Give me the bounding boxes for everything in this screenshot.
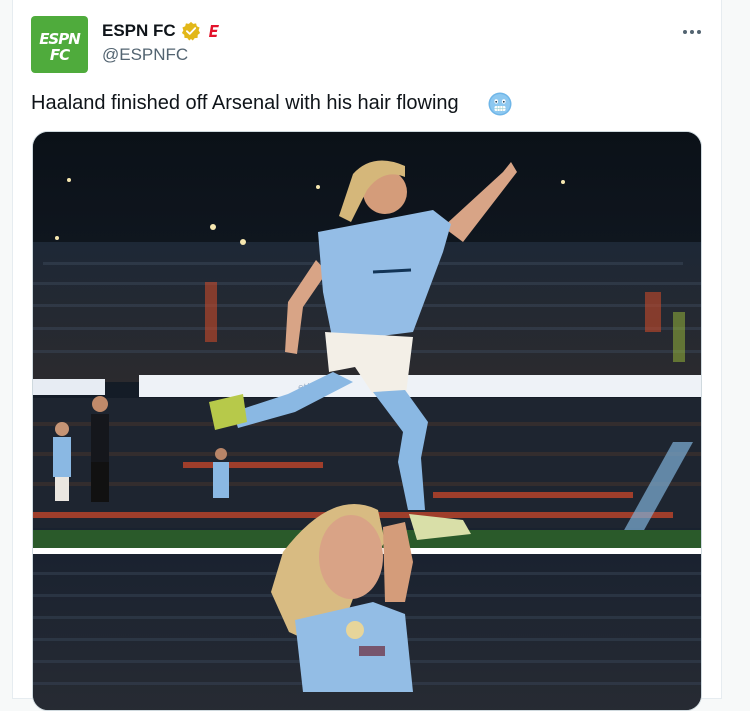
handle[interactable]: @ESPNFC	[102, 45, 188, 65]
player-celebration-photo: etihad	[33, 132, 701, 551]
cold-face-emoji	[488, 92, 512, 116]
dot-icon	[690, 30, 694, 34]
dot-icon	[683, 30, 687, 34]
avatar-logo-line2: FC	[49, 46, 70, 64]
gold-verified-icon[interactable]	[181, 21, 201, 41]
tweet-media[interactable]: etihad	[32, 131, 702, 711]
tweet-text: Haaland finished off Arsenal with his ha…	[31, 92, 459, 114]
more-options-button[interactable]	[680, 24, 704, 40]
media-photos: etihad	[33, 132, 701, 710]
display-name[interactable]: ESPN FC	[102, 21, 176, 41]
espn-e-icon[interactable]	[209, 25, 219, 37]
avatar[interactable]: ESPN FC	[31, 16, 88, 73]
dot-icon	[697, 30, 701, 34]
